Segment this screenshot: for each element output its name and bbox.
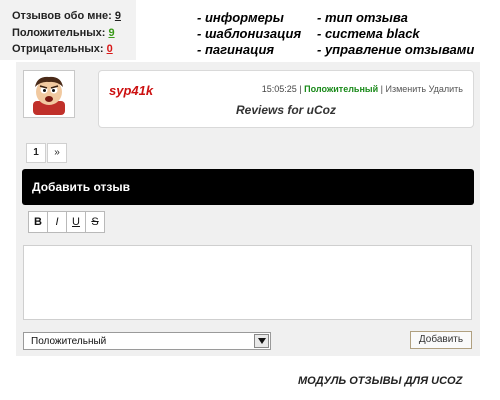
meta-separator: | [380,84,383,94]
underline-button[interactable]: U [66,211,86,233]
feature-black-system: - система black [317,26,420,41]
dropdown-arrow[interactable] [254,334,269,348]
submit-review-button[interactable]: Добавить [410,331,472,349]
edit-review-link[interactable]: Изменить [386,84,427,94]
next-page-button[interactable]: » [47,143,67,163]
page-1-button[interactable]: 1 [26,143,46,163]
stat-about-me: Отзывов обо мне: 9 [12,10,121,22]
avatar[interactable] [23,70,75,118]
review-author[interactable]: syp41k [109,83,153,98]
chevron-down-icon [258,338,266,344]
review-card: syp41k 15:05:25 | Положительный | Измени… [98,70,474,128]
strikethrough-button[interactable]: S [85,211,105,233]
review-meta: 15:05:25 | Положительный | Изменить Удал… [262,84,463,94]
add-review-header: Добавить отзыв [22,169,474,205]
feature-review-management: - управление отзывами [317,42,475,57]
cartoon-avatar-icon [33,76,65,115]
stat-about-me-count[interactable]: 9 [115,10,121,22]
meta-separator: | [299,84,302,94]
feature-pagination: - пагинация [197,42,275,57]
delete-review-link[interactable]: Удалить [429,84,463,94]
review-time: 15:05:25 [261,84,297,94]
module-caption: МОДУЛЬ ОТЗЫВЫ ДЛЯ UCOZ [298,375,463,387]
feature-review-type: - тип отзыва [317,10,408,25]
add-review-title: Добавить отзыв [32,180,130,194]
feature-informers: - информеры [197,10,284,25]
review-text: Reviews for uCoz [235,103,337,117]
review-type-badge: Положительный [304,84,379,94]
stat-negative-label: Отрицательных: [12,43,104,55]
review-stats: Отзывов обо мне: 9 Положительных: 9 Отри… [0,0,136,60]
stat-positive: Положительных: 9 [12,27,115,39]
stat-positive-count[interactable]: 9 [108,27,114,39]
bold-button[interactable]: B [28,211,48,233]
italic-button[interactable]: I [47,211,67,233]
stat-negative: Отрицательных: 0 [12,43,113,55]
review-type-selected: Положительный [31,336,107,347]
review-textarea[interactable] [23,245,472,320]
stat-negative-count[interactable]: 0 [107,43,113,55]
review-type-select[interactable]: Положительный [23,332,271,350]
stat-about-me-label: Отзывов обо мне: [12,10,112,22]
stat-positive-label: Положительных: [12,27,106,39]
feature-templating: - шаблонизация [197,26,302,41]
